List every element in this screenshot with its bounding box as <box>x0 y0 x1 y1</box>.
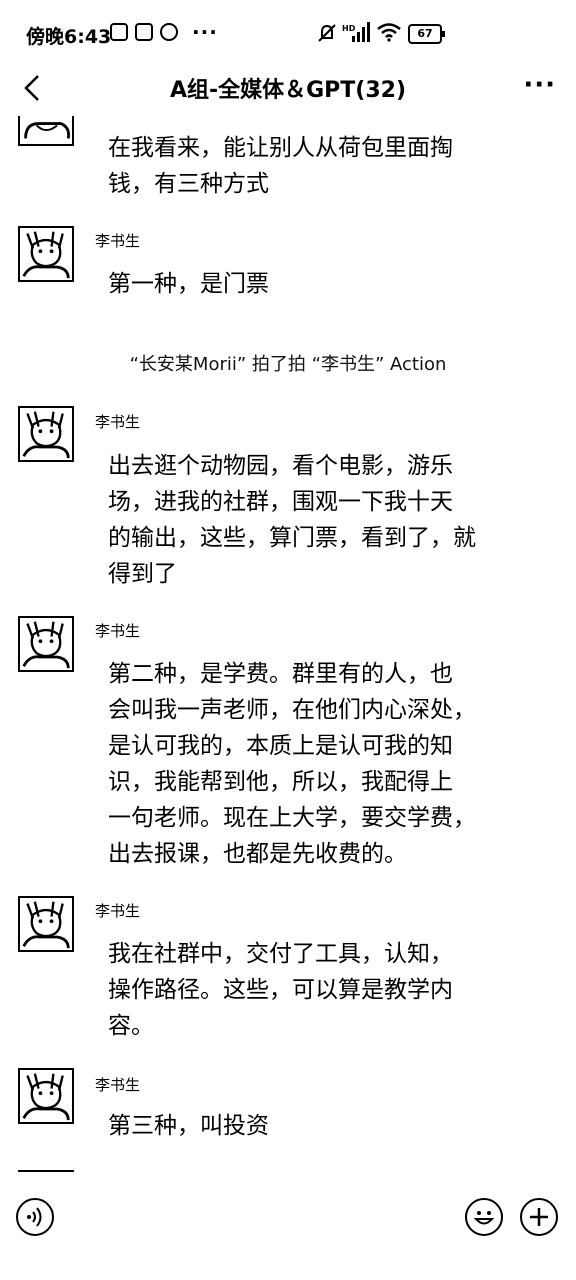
sender-name: 李书生 <box>95 1076 141 1094</box>
avatar[interactable] <box>18 896 74 952</box>
more-options-button[interactable]: ··· <box>523 70 556 100</box>
plus-icon <box>530 1208 548 1226</box>
sketch-avatar-icon <box>22 1073 70 1121</box>
message-text: 第三种，叫投资 <box>108 1113 269 1139</box>
avatar[interactable] <box>18 616 74 672</box>
signal-icon: HD <box>342 22 370 42</box>
smiley-icon <box>473 1211 495 1225</box>
status-time: 傍晚6:43 <box>26 26 112 48</box>
status-bar: 傍晚6:43 ··· HD 67 <box>0 0 576 60</box>
avatar[interactable] <box>18 116 74 146</box>
more-notifications-icon: ··· <box>192 20 218 44</box>
sketch-avatar-icon <box>22 901 70 949</box>
svg-text:HD: HD <box>342 24 356 33</box>
sketch-avatar-icon <box>22 411 70 459</box>
emoji-button[interactable] <box>465 1198 503 1236</box>
message-text: 我在社群中，交付了工具，认知， 操作路径。这些，可以算是教学内 容。 <box>108 941 453 1039</box>
battery-indicator: 67 <box>408 24 445 44</box>
sender-name: 李书生 <box>95 413 141 431</box>
message-text: 出去逛个动物园，看个电影，游乐 场，进我的社群，围观一下我十天 的输出，这些，算… <box>108 453 476 587</box>
sketch-avatar-icon <box>22 231 70 279</box>
avatar-top-edge <box>18 1170 74 1172</box>
chat-header: A组-全媒体＆GPT(32) ··· <box>0 60 576 116</box>
message-list[interactable]: 在我看来，能让别人从荷包里面掏 钱，有三种方式 李书生 第一种，是门票 “长安某… <box>0 116 576 1166</box>
app-notification-icon <box>110 23 128 41</box>
clipboard-icon <box>135 23 153 41</box>
sender-name: 李书生 <box>95 622 141 640</box>
chat-title: A组-全媒体＆GPT(32) <box>169 78 407 103</box>
input-bar <box>0 1180 576 1280</box>
voice-input-button[interactable] <box>16 1198 54 1236</box>
pat-notification: “长安某Morii” 拍了拍 “李书生” Action <box>129 354 447 375</box>
sender-name: 李书生 <box>95 232 141 250</box>
wifi-icon <box>377 23 401 42</box>
avatar[interactable] <box>18 1068 74 1124</box>
message-text: 第一种，是门票 <box>108 271 269 297</box>
more-actions-button[interactable] <box>520 1198 558 1236</box>
message-text: 第二种，是学费。群里有的人，也 会叫我一声老师，在他们内心深处， 是认可我的，本… <box>108 661 476 867</box>
mute-icon <box>318 24 336 42</box>
sketch-avatar-icon <box>22 621 70 669</box>
avatar[interactable] <box>18 406 74 462</box>
message-text: 在我看来，能让别人从荷包里面掏 钱，有三种方式 <box>108 135 453 197</box>
camera-icon <box>160 23 178 41</box>
sender-name: 李书生 <box>95 902 141 920</box>
voice-icon <box>27 1207 42 1227</box>
avatar[interactable] <box>18 226 74 282</box>
sketch-avatar-icon <box>24 122 70 139</box>
